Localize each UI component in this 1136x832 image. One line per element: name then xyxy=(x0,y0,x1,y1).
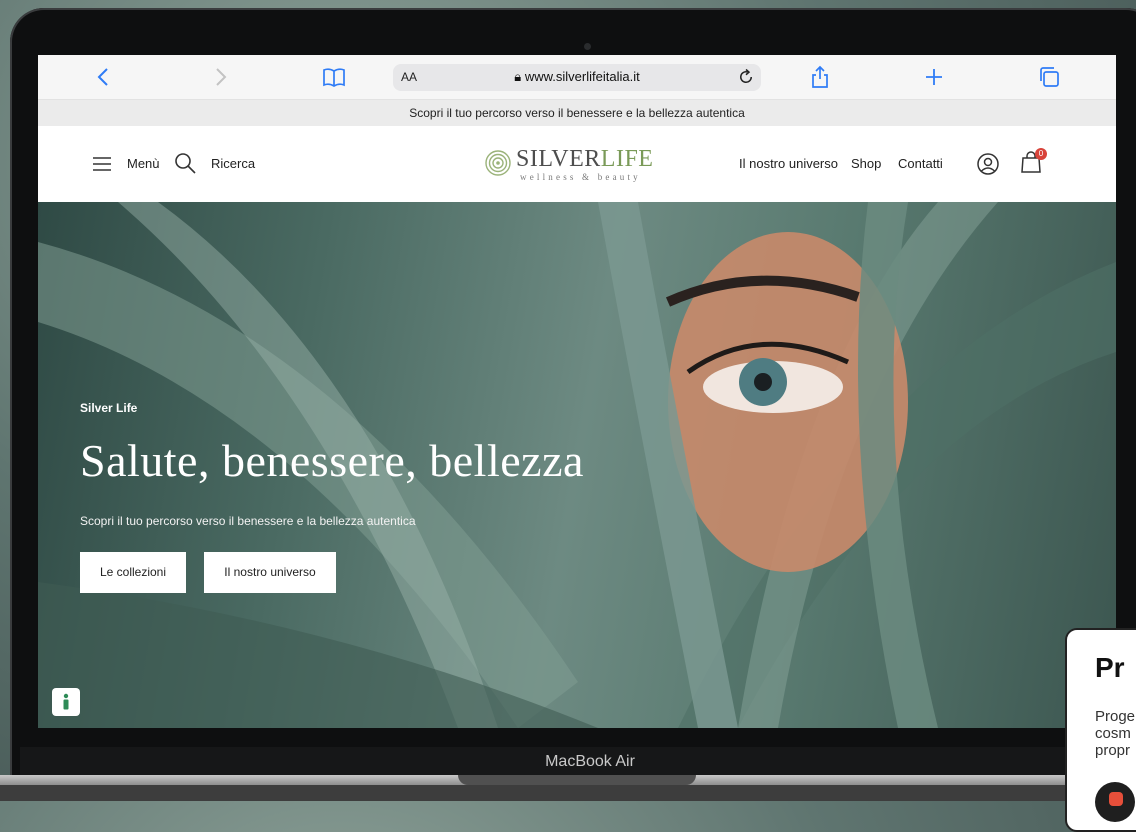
nav-link-contatti[interactable]: Contatti xyxy=(898,156,943,171)
laptop-base-shadow xyxy=(0,785,1136,801)
hero-title: Salute, benessere, bellezza xyxy=(80,435,584,486)
popup-title: Pr xyxy=(1095,652,1125,683)
search-link[interactable]: Ricerca xyxy=(211,156,255,171)
popup-text-line: Proge xyxy=(1095,708,1136,725)
account-icon[interactable] xyxy=(976,152,1000,176)
nav-link-shop[interactable]: Shop xyxy=(851,156,881,171)
popup-app-icon[interactable] xyxy=(1095,782,1135,822)
browser-screen: AA 🔒︎ www.silverlifeitalia.it Scopri il … xyxy=(38,55,1116,728)
logo-part-life: LIFE xyxy=(600,146,654,172)
reload-icon[interactable] xyxy=(737,68,755,86)
popup-text: Proge cosm propr xyxy=(1095,708,1136,759)
new-tab-icon[interactable] xyxy=(922,65,946,89)
back-icon[interactable] xyxy=(92,65,116,89)
camera xyxy=(584,43,591,50)
popup-text-line: cosm xyxy=(1095,725,1131,742)
collections-button[interactable]: Le collezioni xyxy=(80,552,186,593)
bookmarks-icon[interactable] xyxy=(322,65,346,89)
lock-icon: 🔒︎ xyxy=(514,69,525,84)
logo-wordmark: SILVERLIFE xyxy=(516,146,653,173)
search-icon[interactable] xyxy=(173,151,197,175)
announcement-bar: Scopri il tuo percorso verso il benesser… xyxy=(38,100,1116,126)
accessibility-button[interactable] xyxy=(52,688,80,716)
share-icon[interactable] xyxy=(808,65,832,89)
spiral-logo-icon xyxy=(485,150,511,176)
hero-eyebrow: Silver Life xyxy=(80,401,138,415)
safari-toolbar: AA 🔒︎ www.silverlifeitalia.it xyxy=(38,55,1116,100)
logo-tagline: wellness & beauty xyxy=(520,172,641,182)
url-text: www.silverlifeitalia.it xyxy=(524,69,640,84)
site-logo[interactable]: SILVERLIFE wellness & beauty xyxy=(484,146,654,182)
hero-banner: Silver Life Salute, benessere, bellezza … xyxy=(38,202,1116,728)
app-logo-icon xyxy=(1109,792,1123,806)
logo-part-silver: SILVER xyxy=(516,146,601,172)
universe-button[interactable]: Il nostro universo xyxy=(204,552,336,593)
popup-text-line: propr xyxy=(1095,742,1131,759)
promo-popup-card[interactable]: Pr Proge cosm propr xyxy=(1065,628,1136,832)
nav-link-universo[interactable]: Il nostro universo xyxy=(739,156,838,171)
address-bar[interactable]: AA 🔒︎ www.silverlifeitalia.it xyxy=(393,64,761,91)
device-label: MacBook Air xyxy=(545,753,635,770)
hero-subtitle: Scopri il tuo percorso verso il benesser… xyxy=(80,514,416,528)
laptop-bottom-bezel: MacBook Air xyxy=(20,747,1136,777)
forward-icon[interactable] xyxy=(208,65,232,89)
cart-count-badge: 0 xyxy=(1035,148,1047,160)
accessibility-icon xyxy=(63,693,69,710)
url-display: 🔒︎ www.silverlifeitalia.it xyxy=(393,69,761,85)
tabs-overview-icon[interactable] xyxy=(1037,65,1061,89)
laptop-notch xyxy=(458,775,696,785)
menu-link[interactable]: Menù xyxy=(127,156,160,171)
site-header: Menù Ricerca SILVERLIFE wellness & beaut… xyxy=(38,126,1116,202)
hamburger-menu-icon[interactable] xyxy=(90,152,114,176)
